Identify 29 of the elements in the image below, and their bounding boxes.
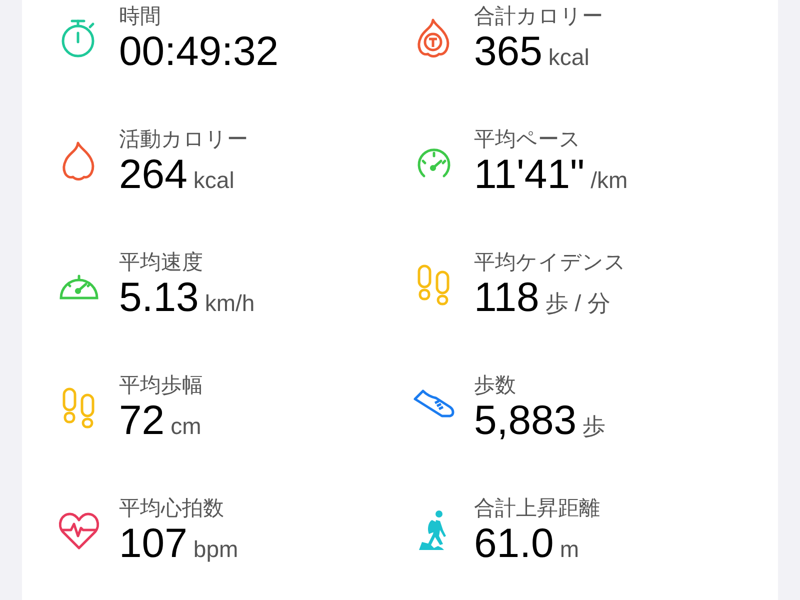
metric-label: 平均ペース <box>474 126 582 152</box>
metric-unit: 歩 / 分 <box>545 288 611 318</box>
metric-unit: kcal <box>548 44 590 70</box>
metric-unit: kcal <box>193 166 234 194</box>
metric-label: 歩数 <box>474 372 517 398</box>
metric-label: 平均心拍数 <box>119 494 225 520</box>
metric-label: 平均速度 <box>119 248 204 274</box>
metric-value: 107 <box>119 520 188 564</box>
metric-unit: cm <box>170 412 202 440</box>
metric-value: 264 <box>119 152 188 196</box>
metric-value: 11'41" <box>474 152 585 196</box>
metric-value: 5,883 <box>474 398 577 442</box>
metric-unit: /km <box>590 166 628 194</box>
metric-label: 平均歩幅 <box>119 372 203 398</box>
metric-label: 活動カロリー <box>119 126 248 152</box>
metric-value: 118 <box>474 274 540 318</box>
metric-value: 5.13 <box>119 274 199 318</box>
metric-value: 72 <box>119 398 165 442</box>
metric-value: 00:49:32 <box>119 28 279 72</box>
metric-value: 365 <box>474 28 542 72</box>
metric-label: 時間 <box>119 2 162 28</box>
metric-unit: km/h <box>204 290 255 316</box>
metric-value: 61.0 <box>474 520 554 564</box>
metric-label: 合計上昇距離 <box>474 494 600 520</box>
metric-label: 合計カロリー <box>474 2 603 28</box>
metric-unit: 歩 <box>582 412 606 440</box>
metric-unit: bpm <box>193 536 238 562</box>
metric-unit: m <box>560 536 579 562</box>
metric-label: 平均ケイデンス <box>474 248 626 274</box>
